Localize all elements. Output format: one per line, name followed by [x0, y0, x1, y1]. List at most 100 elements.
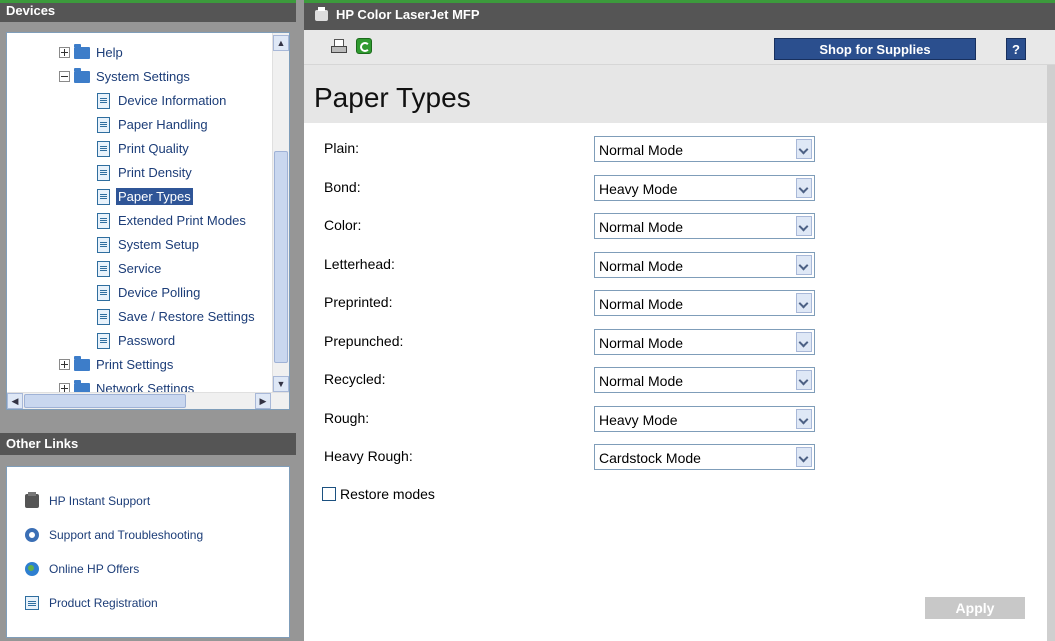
restore-modes-checkbox[interactable]	[322, 487, 336, 502]
mode-select[interactable]: Normal Mode	[594, 251, 815, 278]
tree-item[interactable]: Help	[59, 42, 125, 64]
page-icon	[97, 332, 110, 349]
mode-select-value: Normal Mode	[599, 296, 684, 312]
chevron-down-icon[interactable]	[796, 254, 812, 275]
tree-item[interactable]: Password	[97, 330, 177, 352]
mode-select[interactable]: Cardstock Mode	[594, 444, 815, 470]
folder-icon	[74, 67, 90, 83]
refresh-icon[interactable]	[356, 38, 372, 54]
printer-icon	[25, 491, 39, 508]
page-icon	[97, 236, 110, 253]
chevron-down-icon[interactable]	[796, 216, 812, 236]
apply-button[interactable]: Apply	[925, 597, 1025, 619]
paper-type-label: Preprinted:	[324, 294, 393, 310]
shop-for-supplies-button[interactable]: Shop for Supplies	[774, 38, 976, 60]
scroll-right-button[interactable]: ▶	[255, 393, 271, 409]
page-icon	[97, 164, 110, 181]
main-window: HP Color LaserJet MFP Shop for Supplies …	[304, 0, 1055, 641]
tree-item-label: Help	[96, 45, 123, 60]
tree-item[interactable]: Print Density	[97, 162, 194, 184]
tree-item[interactable]: Paper Handling	[97, 114, 210, 136]
tree-item-label: Extended Print Modes	[118, 213, 246, 228]
tree-item[interactable]: System Settings	[59, 66, 192, 88]
restore-modes-option[interactable]: Restore modes	[322, 486, 435, 502]
page-icon	[97, 284, 110, 301]
tree-item[interactable]: Paper Types	[97, 186, 193, 208]
lifebuoy-icon	[25, 527, 39, 542]
expand-icon[interactable]	[59, 359, 70, 371]
vertical-scroll-thumb[interactable]	[274, 151, 288, 363]
horizontal-scroll-thumb[interactable]	[24, 394, 186, 408]
chevron-down-icon[interactable]	[796, 408, 812, 429]
mode-select[interactable]: Heavy Mode	[594, 405, 815, 432]
tree-item[interactable]: Device Polling	[97, 282, 202, 304]
window-title: HP Color LaserJet MFP	[336, 7, 480, 22]
tree-item[interactable]: Device Information	[97, 90, 228, 112]
document-icon	[25, 595, 39, 610]
tree-item-label: Service	[118, 261, 162, 276]
tree-item[interactable]: Service	[97, 258, 163, 280]
mode-select[interactable]: Normal Mode	[594, 367, 815, 393]
paper-type-label: Rough:	[324, 409, 370, 426]
print-icon[interactable]	[331, 39, 347, 54]
other-link-item[interactable]: Online HP Offers	[25, 559, 139, 579]
help-button[interactable]: ?	[1006, 38, 1026, 60]
other-link-label[interactable]: Online HP Offers	[49, 562, 139, 576]
paper-type-label: Bond:	[324, 178, 361, 195]
chevron-down-icon[interactable]	[796, 370, 812, 390]
mode-select[interactable]: Normal Mode	[594, 290, 815, 316]
other-link-label[interactable]: Product Registration	[49, 596, 158, 610]
mode-select-value: Normal Mode	[599, 142, 684, 158]
other-link-item[interactable]: HP Instant Support	[25, 491, 150, 511]
tree-item-label: Device Polling	[118, 285, 201, 300]
scroll-up-button[interactable]: ▲	[273, 35, 289, 51]
page-icon	[97, 308, 110, 325]
chevron-down-icon[interactable]	[796, 177, 812, 198]
tree-item[interactable]: Save / Restore Settings	[97, 306, 257, 328]
page-icon	[97, 260, 110, 277]
mode-select-value: Cardstock Mode	[599, 450, 701, 466]
scroll-left-button[interactable]: ◀	[7, 393, 23, 409]
mode-select-value: Heavy Mode	[599, 180, 678, 197]
chevron-down-icon[interactable]	[796, 447, 812, 467]
mode-select[interactable]: Heavy Mode	[594, 174, 815, 201]
restore-modes-label: Restore modes	[340, 486, 435, 502]
paper-type-label: Prepunched:	[324, 332, 404, 349]
page-icon	[97, 116, 110, 133]
expand-icon[interactable]	[59, 47, 70, 59]
devices-title: Devices	[6, 3, 56, 18]
other-link-item[interactable]: Product Registration	[25, 593, 158, 613]
collapse-icon[interactable]	[59, 71, 70, 83]
tree-item-label: Print Settings	[96, 357, 174, 372]
devices-panel-header: Devices	[0, 0, 296, 22]
mode-select[interactable]: Normal Mode	[594, 136, 815, 162]
other-link-item[interactable]: Support and Troubleshooting	[25, 525, 203, 545]
mode-select[interactable]: Normal Mode	[594, 213, 815, 239]
chevron-down-icon[interactable]	[796, 139, 812, 159]
device-tree[interactable]: Help System Settings Device Information Pap…	[6, 32, 290, 410]
mode-select-value: Normal Mode	[599, 334, 684, 351]
mode-select-value: Normal Mode	[599, 219, 684, 235]
mode-select-value: Normal Mode	[599, 373, 684, 389]
tree-horizontal-scrollbar[interactable]: ◀ ▶	[7, 392, 289, 409]
accent-strip	[304, 0, 1055, 3]
other-link-label[interactable]: HP Instant Support	[49, 494, 150, 508]
chevron-down-icon[interactable]	[796, 293, 812, 313]
tree-item-label: Print Density	[118, 165, 192, 180]
tree-item[interactable]: Extended Print Modes	[97, 210, 248, 232]
page-title: Paper Types	[314, 82, 471, 113]
left-sidebar: Devices Help System Settings Device Inform…	[0, 0, 296, 641]
tree-item[interactable]: Print Settings	[59, 354, 175, 376]
mode-select[interactable]: Normal Mode	[594, 328, 815, 355]
tree-item[interactable]: Print Quality	[97, 138, 191, 160]
other-link-label[interactable]: Support and Troubleshooting	[49, 528, 203, 542]
scroll-down-button[interactable]: ▼	[273, 376, 289, 392]
tree-item[interactable]: System Setup	[97, 234, 201, 256]
chevron-down-icon[interactable]	[796, 331, 812, 352]
folder-icon	[74, 355, 90, 371]
other-links-header: Other Links	[0, 433, 296, 455]
tree-vertical-scrollbar[interactable]: ▲ ▼	[272, 33, 289, 394]
folder-icon	[74, 43, 90, 59]
page-icon	[97, 92, 110, 109]
page-icon	[97, 140, 110, 157]
